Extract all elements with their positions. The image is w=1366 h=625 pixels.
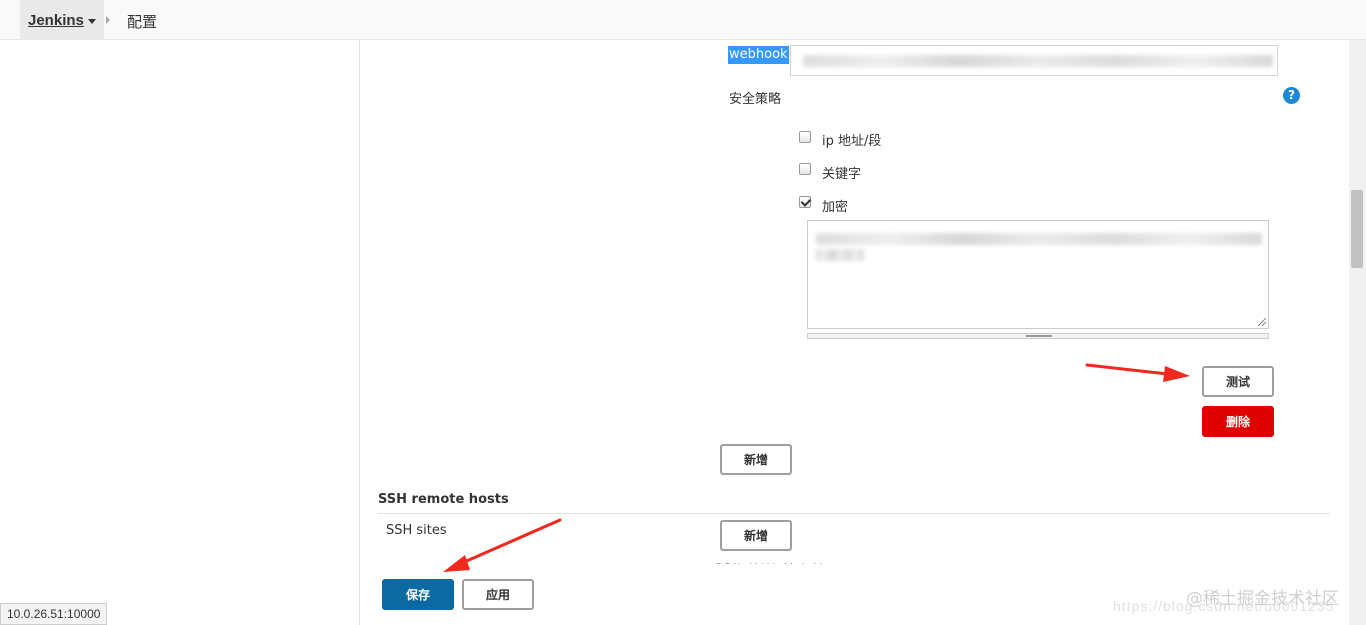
checkbox-encrypt-label: 加密 [822,200,849,215]
drag-grip-icon [1026,335,1052,337]
page-scrollbar[interactable] [1349,40,1366,625]
checkbox-keyword-label: 关键字 [822,167,862,182]
chevron-down-icon[interactable] [87,18,96,24]
save-button[interactable]: 保存 [382,579,454,610]
arrow-to-test-icon [1085,363,1190,382]
help-icon[interactable]: ? [1283,87,1300,104]
security-policy-label: 安全策略 [729,92,782,107]
redacted-secret-line2 [816,249,864,261]
secret-textarea[interactable] [807,220,1269,329]
ssh-section-heading: SSH remote hosts [378,492,509,507]
checkbox-ip-label: ip 地址/段 [822,134,882,149]
watermark-text: @稀土掘金技术社区 [1186,589,1339,609]
textarea-drag-bar[interactable] [807,333,1269,339]
webhook-input[interactable] [790,45,1278,76]
add-ssh-site-button[interactable]: 新增 [720,520,792,551]
checkbox-ip[interactable] [799,131,811,143]
breadcrumb-bar: Jenkins 配置 [0,0,1366,40]
arrow-to-save-icon [443,518,562,572]
resize-handle[interactable] [1258,318,1266,326]
webhook-label: webhook [728,46,789,64]
clipped-hint-text: SSH ..... .. . .. [716,563,866,567]
test-button[interactable]: 测试 [1202,366,1274,397]
breadcrumb-jenkins[interactable]: Jenkins [20,0,104,40]
section-divider [378,513,1330,514]
redacted-value [803,55,1273,67]
breadcrumb-jenkins-label: Jenkins [28,11,84,29]
redacted-secret-line1 [816,233,1262,245]
scrollbar-thumb[interactable] [1351,190,1363,268]
apply-button[interactable]: 应用 [462,579,534,610]
checkbox-encrypt[interactable] [799,196,811,208]
delete-button[interactable]: 删除 [1202,406,1274,437]
side-panel-divider [359,40,360,625]
status-bar-url: 10.0.26.51:10000 [0,603,108,625]
breadcrumb-current: 配置 [127,13,158,31]
checkbox-keyword[interactable] [799,163,811,175]
add-webhook-button[interactable]: 新增 [720,444,792,475]
ssh-sites-label: SSH sites [386,523,447,538]
chevron-right-icon [106,16,110,24]
